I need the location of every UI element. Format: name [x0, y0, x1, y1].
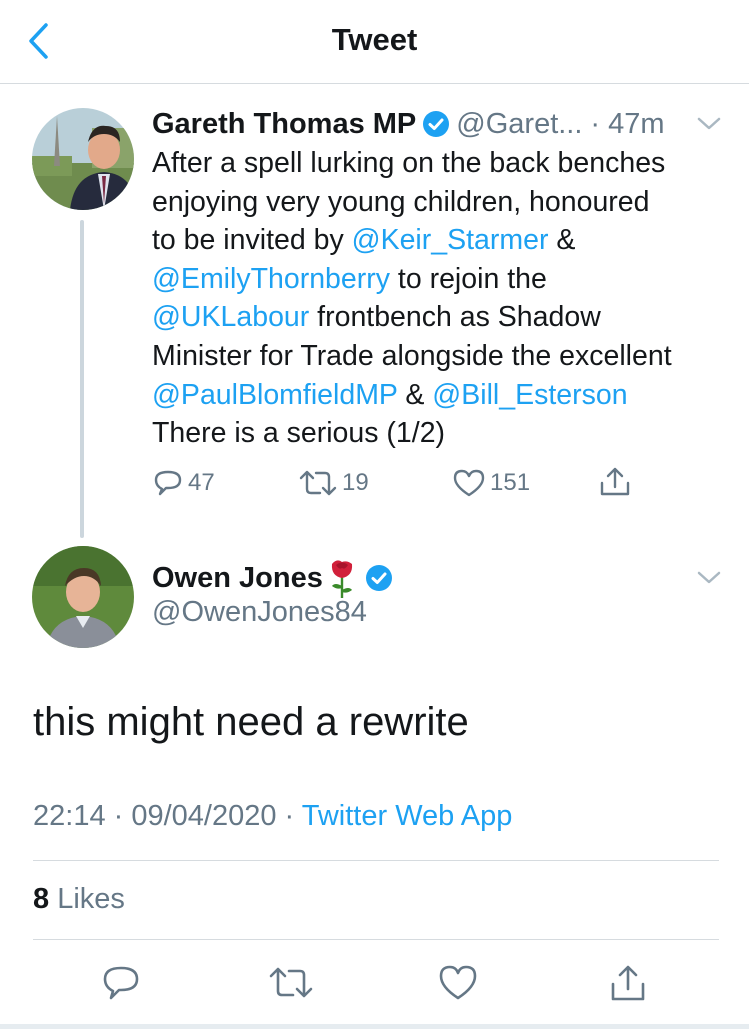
tweet-text-line: @PaulBlomfieldMP & @Bill_Esterson	[152, 376, 732, 415]
mention-link[interactable]: @Bill_Esterson	[432, 379, 627, 411]
share-button[interactable]	[608, 962, 648, 1004]
verified-badge-icon	[423, 111, 450, 137]
verified-badge-icon	[365, 565, 392, 591]
tweet-text-line: @EmilyThornberry to rejoin the	[152, 260, 732, 299]
thread-connector-line	[80, 220, 84, 538]
reply-button[interactable]	[101, 962, 141, 1004]
tweet-source-app[interactable]: Twitter Web App	[302, 800, 513, 832]
mention-link[interactable]: @UKLabour	[152, 301, 309, 333]
avatar-gareth-thomas[interactable]	[32, 108, 134, 210]
tweet-text-line: There is a serious (1/2)	[152, 414, 732, 453]
tweet-author-name[interactable]: Owen Jones	[152, 562, 323, 595]
retweet-icon	[299, 470, 337, 496]
share-action[interactable]	[598, 465, 632, 499]
retweet-button[interactable]	[268, 962, 314, 1004]
rose-emoji-icon	[331, 560, 352, 598]
chevron-down-icon[interactable]	[696, 570, 722, 586]
text-segment: to be invited by	[152, 224, 352, 257]
tweet-author-row: Owen Jones	[152, 556, 399, 600]
parent-tweet-text: After a spell lurking on the back benche…	[152, 144, 732, 453]
mention-link[interactable]: @PaulBlomfieldMP	[152, 379, 397, 411]
bottom-edge	[0, 1024, 749, 1029]
divider	[33, 939, 719, 940]
reply-action[interactable]: 47	[152, 467, 215, 499]
tweet-text: this might need a rewrite	[33, 700, 469, 744]
text-segment: After a spell lurking on the back benche…	[152, 147, 666, 179]
likes-count: 8	[33, 883, 50, 915]
mention-link[interactable]: @Keir_Starmer	[352, 224, 549, 256]
tweet-text-line: enjoying very young children, honoured	[152, 183, 732, 222]
text-segment: frontbench as Shadow	[309, 301, 601, 334]
divider	[33, 860, 719, 861]
share-icon	[611, 965, 645, 1001]
text-segment: There is a serious (1/2)	[152, 417, 446, 450]
tweet-text-line: @UKLabour frontbench as Shadow	[152, 298, 732, 337]
like-button[interactable]	[438, 962, 478, 1004]
reply-icon	[103, 966, 139, 1000]
share-icon	[600, 467, 630, 496]
text-segment: Minister for Trade alongside the excelle…	[152, 339, 672, 372]
page-title: Tweet	[331, 22, 418, 57]
likes-label: Likes	[49, 883, 125, 915]
parent-tweet-time[interactable]: · 47m	[590, 108, 664, 141]
like-action[interactable]: 151	[452, 467, 530, 499]
heart-icon	[439, 965, 477, 1000]
text-segment: &	[548, 224, 576, 257]
retweet-action[interactable]: 19	[298, 467, 369, 499]
heart-icon	[453, 469, 485, 497]
tweet-author-handle[interactable]: @OwenJones84	[152, 596, 367, 629]
parent-tweet-header: Gareth Thomas MP @Garet... · 47m	[152, 104, 665, 144]
like-count: 151	[490, 469, 531, 496]
parent-author-name[interactable]: Gareth Thomas MP	[152, 108, 416, 141]
parent-author-handle[interactable]: @Garet...	[456, 108, 582, 141]
likes-summary[interactable]: 8 Likes	[33, 883, 125, 916]
tweet-text-line: to be invited by @Keir_Starmer &	[152, 221, 732, 260]
top-nav-bar: Tweet	[0, 0, 749, 84]
text-segment: to rejoin the	[389, 262, 547, 295]
avatar-owen-jones[interactable]	[32, 546, 134, 648]
text-segment: &	[397, 378, 433, 411]
tweet-text-line: Minister for Trade alongside the excelle…	[152, 337, 732, 376]
text-segment: enjoying very young children, honoured	[152, 185, 650, 218]
mention-link[interactable]: @EmilyThornberry	[152, 263, 390, 295]
tweet-metadata: 22:14 · 09/04/2020 · Twitter Web App	[33, 800, 512, 833]
reply-count: 47	[188, 469, 215, 496]
retweet-count: 19	[342, 469, 369, 496]
tweet-text-line: After a spell lurking on the back benche…	[152, 144, 732, 183]
retweet-icon	[269, 967, 313, 998]
chevron-down-icon[interactable]	[696, 116, 722, 132]
reply-icon	[154, 470, 182, 496]
tweet-timestamp: 22:14 · 09/04/2020 ·	[33, 800, 302, 832]
